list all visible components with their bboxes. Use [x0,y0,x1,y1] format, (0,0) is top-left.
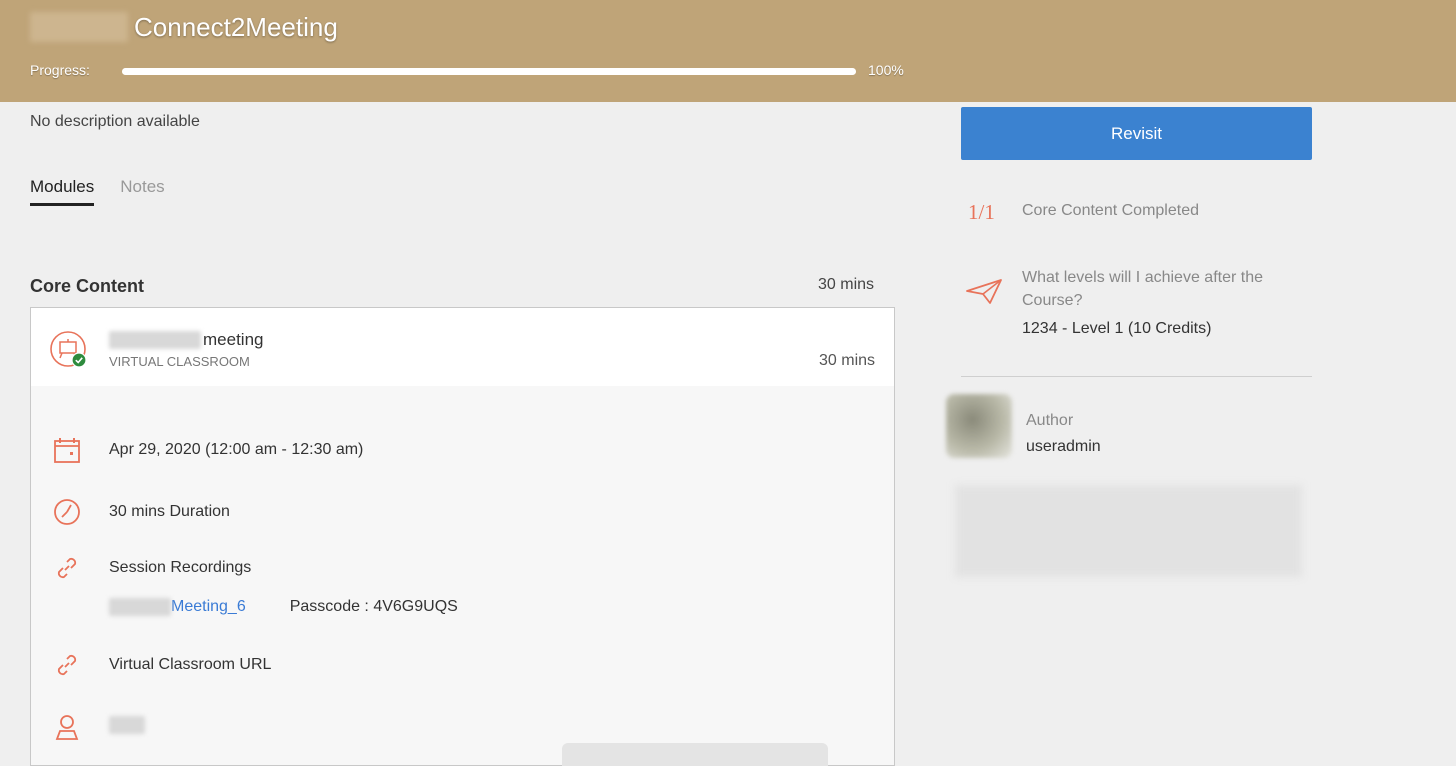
progress-value: 100% [868,62,904,78]
user-icon [49,709,85,745]
core-content-count: 1/1 [968,200,995,224]
tab-notes[interactable]: Notes [120,177,164,206]
check-circle-icon [71,352,87,368]
tab-bar: Modules Notes [30,177,165,206]
floating-toolbar[interactable] [562,743,828,766]
module-duration: 30 mins [819,352,876,369]
redacted-module-prefix [109,331,201,349]
recordings-row: Session Recordings [49,550,251,586]
redacted-author-bio [955,485,1302,577]
classroom-url-row: Virtual Classroom URL [49,647,271,683]
virtual-classroom-icon [50,331,87,368]
revisit-button[interactable]: Revisit [961,107,1312,160]
author-label: Author [1026,412,1074,429]
recording-entry: Meeting_6 Passcode : 4V6G9UQS [109,598,458,616]
course-description: No description available [30,113,200,130]
recording-link[interactable]: Meeting_6 [171,598,246,616]
recording-passcode: Passcode : 4V6G9UQS [289,598,458,615]
session-date: Apr 29, 2020 (12:00 am - 12:30 am) [109,441,364,458]
redacted-title-prefix [30,12,128,42]
clock-icon [49,494,85,530]
link-icon [49,647,85,683]
progress-bar-fill [122,68,856,75]
classroom-url-link[interactable]: Virtual Classroom URL [109,656,271,674]
module-card: meeting VIRTUAL CLASSROOM 30 mins Apr 29… [30,307,895,766]
avatar [946,394,1012,458]
module-name: meeting [203,330,264,349]
duration-row: 30 mins Duration [49,494,230,530]
redacted-recording-prefix [109,598,171,616]
course-title: Connect2Meeting [134,12,338,42]
module-type: VIRTUAL CLASSROOM [109,354,250,369]
link-icon [49,550,85,586]
section-title: Core Content [30,276,144,296]
section-duration: 30 mins [818,276,875,293]
core-content-label: Core Content Completed [1022,202,1199,219]
levels-answer: 1234 - Level 1 (10 Credits) [1022,320,1212,337]
host-row [49,709,145,745]
progress-label: Progress: [30,62,90,78]
session-duration: 30 mins Duration [109,503,230,520]
progress-bar [122,68,856,75]
date-row: Apr 29, 2020 (12:00 am - 12:30 am) [49,432,363,468]
redacted-host-name [109,715,145,734]
sidebar-divider [961,376,1312,377]
author-name: useradmin [1026,438,1101,455]
levels-question: What levels will I achieve after the Cou… [1022,269,1263,309]
module-header[interactable]: meeting VIRTUAL CLASSROOM 30 mins [31,308,894,386]
recordings-label: Session Recordings [109,559,252,576]
calendar-icon [49,432,85,468]
course-header: Connect2Meeting Progress: 100% [0,0,1456,102]
paper-plane-icon [966,279,1002,304]
tab-modules[interactable]: Modules [30,177,95,206]
